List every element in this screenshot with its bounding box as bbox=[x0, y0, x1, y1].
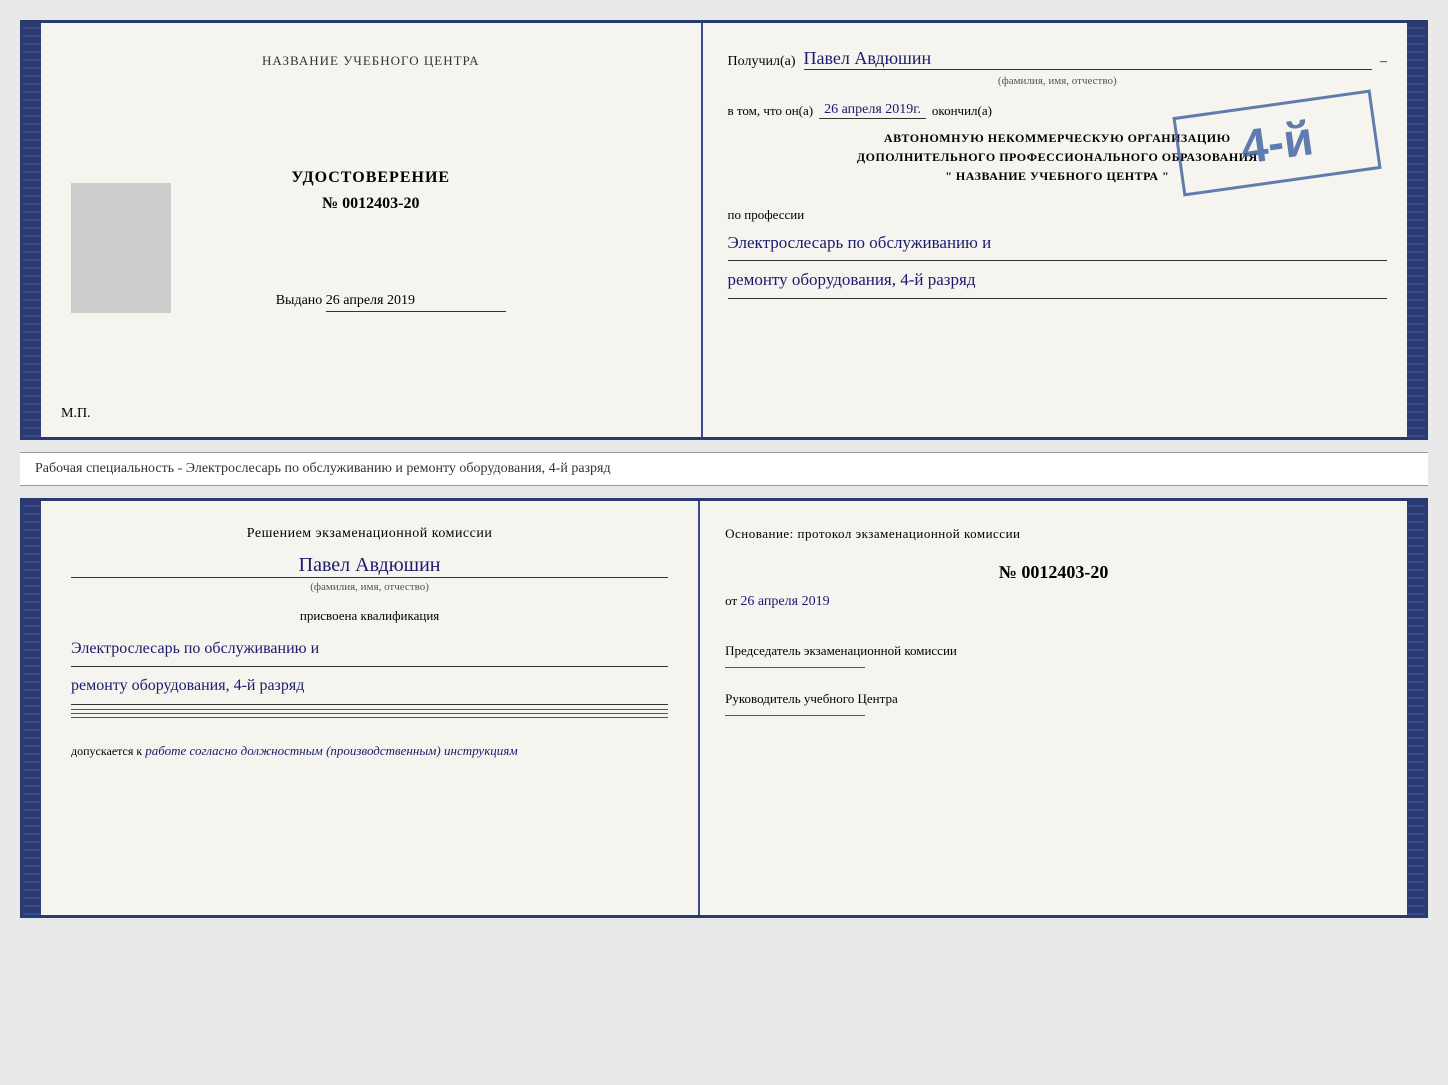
profession-label: по профессии bbox=[728, 207, 1387, 223]
finished-label: окончил(а) bbox=[932, 103, 992, 119]
basis-number: № 0012403-20 bbox=[725, 562, 1382, 583]
issued-label: Выдано bbox=[276, 293, 323, 308]
decision-title: Решением экзаменационной комиссии bbox=[71, 526, 668, 542]
basis-date-value: 26 апреля 2019 bbox=[740, 594, 829, 609]
org-line2: ДОПОЛНИТЕЛЬНОГО ПРОФЕССИОНАЛЬНОГО ОБРАЗО… bbox=[728, 148, 1387, 167]
org-line1: АВТОНОМНУЮ НЕКОММЕРЧЕСКУЮ ОРГАНИЗАЦИЮ bbox=[728, 129, 1387, 148]
cert-issued: Выдано 26 апреля 2019 bbox=[276, 293, 506, 312]
date-from-label: от bbox=[725, 593, 737, 608]
chairman-title: Председатель экзаменационной комиссии bbox=[725, 640, 1382, 662]
qual-handwritten: Электрослесарь по обслуживанию и ремонту… bbox=[71, 634, 668, 705]
org-block: АВТОНОМНУЮ НЕКОММЕРЧЕСКУЮ ОРГАНИЗАЦИЮ ДО… bbox=[728, 129, 1387, 187]
chairman-sign-line bbox=[725, 667, 865, 668]
head-block: Руководитель учебного Центра bbox=[725, 688, 1382, 716]
bottom-booklet: Решением экзаменационной комиссии Павел … bbox=[20, 498, 1428, 918]
allowed-label: допускается к bbox=[71, 744, 142, 758]
basis-number-value: 0012403-20 bbox=[1021, 562, 1108, 582]
assigned-text: присвоена квалификация bbox=[71, 608, 668, 624]
top-booklet: НАЗВАНИЕ УЧЕБНОГО ЦЕНТРА УДОСТОВЕРЕНИЕ №… bbox=[20, 20, 1428, 440]
basis-date: от 26 апреля 2019 bbox=[725, 593, 1382, 610]
profession-handwritten: Электрослесарь по обслуживанию и ремонту… bbox=[728, 228, 1387, 299]
booklet-spine-right bbox=[1407, 23, 1425, 437]
org-name-top: НАЗВАНИЕ УЧЕБНОГО ЦЕНТРА bbox=[262, 53, 479, 69]
qual-line1: Электрослесарь по обслуживанию и bbox=[71, 634, 668, 667]
received-label: Получил(а) bbox=[728, 54, 796, 70]
basis-title: Основание: протокол экзаменационной коми… bbox=[725, 526, 1382, 542]
middle-label: Рабочая специальность - Электрослесарь п… bbox=[20, 452, 1428, 486]
allowed-value: работе согласно должностным (производств… bbox=[145, 743, 517, 758]
cert-center: УДОСТОВЕРЕНИЕ № 0012403-20 bbox=[291, 169, 450, 213]
number-label: № bbox=[999, 562, 1017, 582]
cert-title: УДОСТОВЕРЕНИЕ bbox=[291, 169, 450, 187]
chairman-block: Председатель экзаменационной комиссии bbox=[725, 640, 1382, 668]
extra-line3 bbox=[71, 717, 668, 718]
head-title: Руководитель учебного Центра bbox=[725, 688, 1382, 710]
extra-line1 bbox=[71, 709, 668, 710]
cert-number-label: № bbox=[322, 195, 338, 212]
booklet-spine-left bbox=[23, 23, 41, 437]
profession-line1: Электрослесарь по обслуживанию и bbox=[728, 228, 1387, 262]
issued-date: 26 апреля 2019 bbox=[326, 293, 506, 312]
bottom-booklet-right-page: Основание: протокол экзаменационной коми… bbox=[700, 501, 1407, 915]
bottom-booklet-spine-right bbox=[1407, 501, 1425, 915]
bottom-booklet-left-page: Решением экзаменационной комиссии Павел … bbox=[41, 501, 700, 915]
cert-number: № 0012403-20 bbox=[291, 195, 450, 213]
fio-subtitle-top: (фамилия, имя, отчество) bbox=[728, 75, 1387, 87]
org-line3: " НАЗВАНИЕ УЧЕБНОГО ЦЕНТРА " bbox=[728, 167, 1387, 186]
top-booklet-right-page: Получил(а) Павел Авдюшин – (фамилия, имя… bbox=[703, 23, 1407, 437]
bottom-fio-label: (фамилия, имя, отчество) bbox=[71, 581, 668, 593]
in-that-date: 26 апреля 2019г. bbox=[819, 102, 926, 119]
in-that-label: в том, что он(а) bbox=[728, 103, 814, 119]
profession-line2: ремонту оборудования, 4-й разряд bbox=[728, 265, 1387, 299]
person-name-handwritten: Павел Авдюшин bbox=[804, 48, 1372, 70]
bottom-person-name: Павел Авдюшин bbox=[71, 554, 668, 578]
bottom-booklet-spine-left bbox=[23, 501, 41, 915]
mp-label: М.П. bbox=[61, 406, 91, 422]
dash-received: – bbox=[1380, 54, 1387, 70]
top-booklet-left-page: НАЗВАНИЕ УЧЕБНОГО ЦЕНТРА УДОСТОВЕРЕНИЕ №… bbox=[41, 23, 703, 437]
head-sign-line bbox=[725, 715, 865, 716]
cert-number-value: 0012403-20 bbox=[342, 195, 419, 212]
page-wrapper: НАЗВАНИЕ УЧЕБНОГО ЦЕНТРА УДОСТОВЕРЕНИЕ №… bbox=[20, 20, 1428, 918]
allowed-text-block: допускается к работе согласно должностны… bbox=[71, 743, 668, 759]
photo-placeholder bbox=[71, 183, 171, 313]
qual-line2: ремонту оборудования, 4-й разряд bbox=[71, 671, 668, 704]
in-that-line: в том, что он(а) 26 апреля 2019г. окончи… bbox=[728, 102, 1387, 119]
extra-line2 bbox=[71, 713, 668, 714]
received-line: Получил(а) Павел Авдюшин – bbox=[728, 48, 1387, 70]
